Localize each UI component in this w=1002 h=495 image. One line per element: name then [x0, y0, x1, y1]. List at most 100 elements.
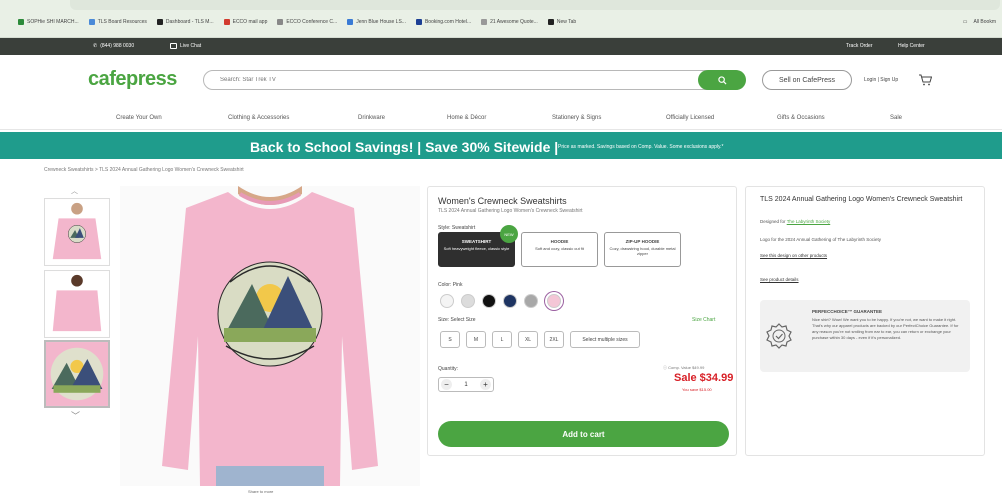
- info-title: TLS 2024 Annual Gathering Logo Women's C…: [760, 196, 963, 203]
- quantity-value[interactable]: 1: [464, 382, 467, 388]
- category-nav: Create Your Own Clothing & Accessories D…: [0, 106, 1002, 130]
- bookmark-favicon-icon: [347, 19, 354, 25]
- promo-headline: Back to School Savings! | Save 30% Sitew…: [250, 139, 559, 155]
- designed-for: Designed for The Labyrinth Society: [760, 219, 830, 224]
- design-description: Logo for the 2024 Annual Gathering of Th…: [760, 237, 882, 242]
- see-design-on-other-products-link[interactable]: See this design on other products: [760, 253, 827, 258]
- nav-sale[interactable]: Sale: [890, 115, 902, 121]
- sell-on-cafepress-button[interactable]: Sell on CafePress: [762, 70, 852, 90]
- bookmark-favicon-icon: [415, 19, 422, 25]
- breadcrumb[interactable]: Crewneck Sweatshirts > TLS 2024 Annual G…: [44, 167, 244, 173]
- nav-gifts-occasions[interactable]: Gifts & Occasions: [777, 115, 825, 121]
- thumbnail-front[interactable]: [44, 198, 110, 266]
- nav-drinkware[interactable]: Drinkware: [358, 115, 385, 121]
- color-swatch-pink[interactable]: [547, 294, 561, 308]
- nav-officially-licensed[interactable]: Officially Licensed: [666, 115, 714, 121]
- track-order-link[interactable]: Track Order: [846, 43, 872, 49]
- color-swatch-white[interactable]: [440, 294, 454, 308]
- chat-icon: [170, 43, 177, 49]
- nav-stationery-signs[interactable]: Stationery & Signs: [552, 115, 601, 121]
- search-input[interactable]: [220, 74, 680, 86]
- bookmark-item[interactable]: Dashboard - TLS M...: [156, 19, 214, 25]
- cafepress-logo[interactable]: cafepress: [88, 68, 177, 91]
- cart-icon[interactable]: [918, 73, 933, 91]
- nav-clothing-accessories[interactable]: Clothing & Accessories: [228, 115, 289, 121]
- size-s-button[interactable]: S: [440, 331, 460, 348]
- bookmark-favicon-icon: [481, 19, 488, 25]
- designed-for-label: Designed for: [760, 219, 787, 224]
- sweatshirt-back-thumbnail: [45, 271, 109, 337]
- phone-icon: ✆: [93, 43, 98, 49]
- live-chat-link[interactable]: Live Chat: [170, 43, 201, 49]
- login-link[interactable]: Login | Sign Up: [864, 77, 898, 83]
- size-xl-button[interactable]: XL: [518, 331, 538, 348]
- quantity-label: Quantity:: [438, 366, 459, 372]
- bookmark-favicon-icon: [277, 19, 284, 25]
- bookmark-item[interactable]: Jenn Blue House LS...: [347, 19, 406, 25]
- guarantee-title: PERFECCHOICE™ GUARANTEE: [812, 309, 883, 314]
- increase-quantity-button[interactable]: +: [480, 379, 491, 390]
- thumbnail-design-closeup[interactable]: [44, 340, 110, 408]
- guarantee-body: Nice shirt? Wow! We want you to be happy…: [812, 317, 959, 340]
- bookmark-list: SOPHie SHI MARCH... TLS Board Resources …: [18, 19, 576, 25]
- size-label: Size: Select Size: [438, 317, 476, 323]
- search-box[interactable]: [203, 70, 745, 90]
- guarantee-badge-icon: [766, 323, 792, 349]
- bookmark-favicon-icon: [88, 19, 95, 25]
- decrease-quantity-button[interactable]: −: [441, 379, 452, 390]
- bookmark-item[interactable]: ECCO Conference C...: [277, 19, 337, 25]
- search-icon: [717, 75, 727, 85]
- color-label: Color: Pink: [438, 282, 463, 288]
- style-label: Style: Sweatshirt: [438, 225, 476, 231]
- style-option-zip-hoodie[interactable]: ZIP-UP HOODIE Cozy, drawstring hood, dur…: [604, 232, 681, 267]
- bookmark-favicon-icon: [18, 19, 24, 25]
- sale-price: Sale $34.99: [674, 372, 734, 384]
- bookmark-item[interactable]: New Tab: [547, 19, 576, 25]
- color-swatch-black[interactable]: [482, 294, 496, 308]
- product-subtitle: TLS 2024 Annual Gathering Logo Women's C…: [438, 208, 583, 214]
- color-swatch-navy[interactable]: [503, 294, 517, 308]
- search-button[interactable]: [698, 70, 746, 90]
- quantity-stepper[interactable]: − 1 +: [438, 377, 494, 392]
- bookmark-item[interactable]: ECCO mail app: [223, 19, 267, 25]
- size-m-button[interactable]: M: [466, 331, 486, 348]
- size-2xl-button[interactable]: 2XL: [544, 331, 564, 348]
- phone-link[interactable]: ✆ (844) 988 0030: [93, 43, 134, 49]
- bookmark-favicon-icon: [547, 19, 554, 25]
- see-product-details-link[interactable]: See product details: [760, 277, 799, 282]
- select-multiple-sizes-button[interactable]: Select multiple sizes: [570, 331, 640, 348]
- all-bookmarks[interactable]: ▭ All Bookm: [963, 19, 996, 25]
- promo-banner[interactable]: Back to School Savings! | Save 30% Sitew…: [0, 132, 1002, 159]
- add-to-cart-button[interactable]: Add to cart: [438, 421, 729, 447]
- chevron-up-icon[interactable]: ︿: [71, 186, 78, 196]
- help-center-link[interactable]: Help Center: [898, 43, 925, 49]
- bookmark-item[interactable]: SOPHie SHI MARCH...: [18, 19, 79, 25]
- thumbnail-back[interactable]: [44, 270, 110, 338]
- sweatshirt-model-image: [120, 186, 420, 486]
- compare-value: ⓘ Comp. Value $49.99: [663, 365, 705, 370]
- design-closeup-thumbnail: [46, 342, 108, 406]
- share-link[interactable]: Share to more: [248, 489, 273, 494]
- size-chart-link[interactable]: Size Chart: [692, 317, 715, 323]
- color-swatch-light-gray[interactable]: [461, 294, 475, 308]
- info-icon[interactable]: ⓘ: [663, 365, 667, 370]
- bookmark-item[interactable]: TLS Board Resources: [88, 19, 147, 25]
- nav-home-decor[interactable]: Home & Décor: [447, 115, 486, 121]
- sweatshirt-front-thumbnail: [45, 199, 109, 265]
- size-l-button[interactable]: L: [492, 331, 512, 348]
- bookmark-item[interactable]: 21 Awesome Quote...: [481, 19, 538, 25]
- utility-bar: ✆ (844) 988 0030 Live Chat Track Order He…: [0, 38, 1002, 55]
- nav-create-your-own[interactable]: Create Your Own: [116, 115, 162, 121]
- folder-icon: ▭: [962, 19, 968, 25]
- browser-bookmarks-bar: SOPHie SHI MARCH... TLS Board Resources …: [0, 0, 1002, 38]
- designer-link[interactable]: The Labyrinth Society: [787, 219, 831, 224]
- style-option-hoodie[interactable]: HOODIE Soft and cozy, classic cut fit: [521, 232, 598, 267]
- browser-tab-strip: [70, 0, 1000, 10]
- bookmark-item[interactable]: Booking.com Hotel...: [415, 19, 471, 25]
- new-badge: NEW: [500, 225, 518, 243]
- product-main-image[interactable]: [120, 186, 420, 486]
- color-swatch-gray[interactable]: [524, 294, 538, 308]
- chevron-down-icon[interactable]: ﹀: [71, 409, 80, 422]
- you-save-text: You save $15.00: [682, 387, 712, 392]
- promo-fine-print: Price as marked. Savings based on Comp. …: [558, 144, 724, 150]
